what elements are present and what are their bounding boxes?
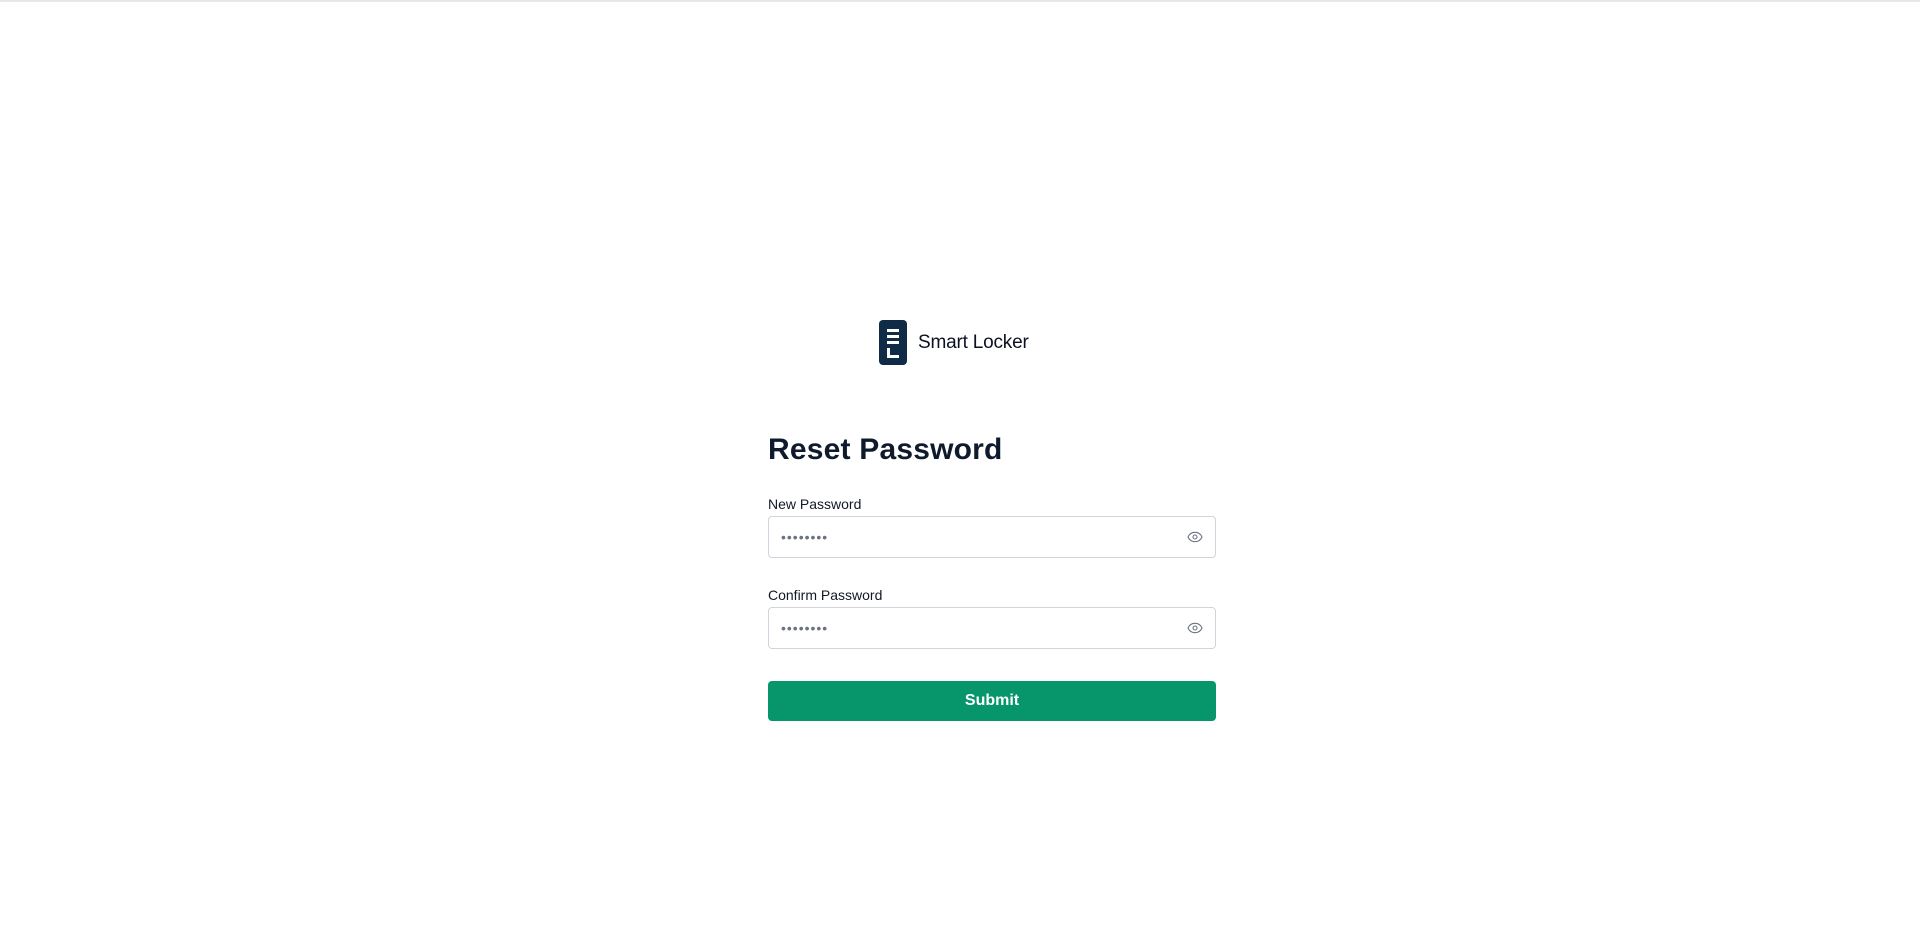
new-password-input[interactable]: [769, 517, 1173, 557]
new-password-field-wrapper: [768, 516, 1216, 558]
confirm-password-label: Confirm Password: [768, 587, 883, 603]
brand-header: Smart Locker: [879, 320, 1029, 365]
eye-icon[interactable]: [1186, 620, 1204, 636]
submit-button[interactable]: Submit: [768, 681, 1216, 721]
new-password-label: New Password: [768, 496, 862, 512]
locker-logo-icon: [879, 320, 907, 365]
page-title: Reset Password: [768, 433, 1003, 466]
eye-icon[interactable]: [1186, 529, 1204, 545]
confirm-password-field-wrapper: [768, 607, 1216, 649]
brand-name: Smart Locker: [918, 331, 1029, 353]
reset-password-form: Reset Password New Password Confirm Pass…: [768, 430, 1216, 721]
top-border: [0, 0, 1920, 2]
confirm-password-input[interactable]: [769, 608, 1173, 648]
